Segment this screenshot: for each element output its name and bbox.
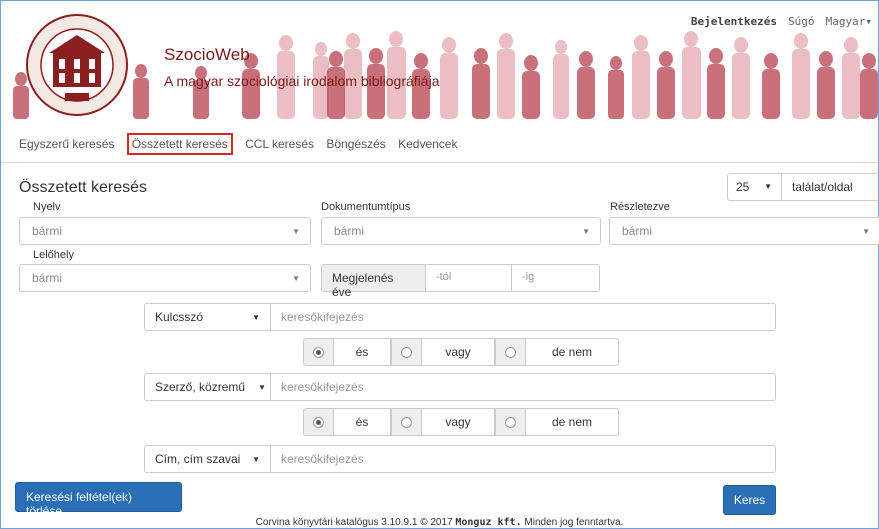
language-label: Magyar bbox=[825, 15, 866, 28]
year-to-input[interactable]: -ig bbox=[512, 264, 600, 292]
radio-unchecked-icon bbox=[401, 417, 412, 428]
radio-and[interactable] bbox=[303, 338, 334, 366]
nav-browse[interactable]: Böngészés bbox=[326, 137, 385, 151]
caret-down-icon: ▼ bbox=[252, 455, 260, 464]
radio-unchecked-icon bbox=[505, 347, 516, 358]
location-value: bármi bbox=[32, 271, 63, 285]
language-value: bármi bbox=[32, 224, 63, 238]
nav-ccl-search[interactable]: CCL keresés bbox=[245, 137, 314, 151]
header: SzocioWeb A magyar szociológiai irodalom… bbox=[1, 1, 878, 119]
operator-or-label: vagy bbox=[422, 408, 495, 436]
footer-company-link[interactable]: Monguz kft. bbox=[455, 517, 521, 528]
field-select-title[interactable]: Cím, cím szavai ▼ bbox=[144, 445, 271, 473]
nav-simple-search[interactable]: Egyszerű keresés bbox=[19, 137, 114, 151]
caret-down-icon: ▼ bbox=[582, 227, 590, 236]
radio-checked-icon bbox=[313, 417, 324, 428]
field-select-keyword[interactable]: Kulcsszó ▼ bbox=[144, 303, 271, 331]
caret-down-icon: ▼ bbox=[252, 313, 260, 322]
location-label: Lelőhely bbox=[33, 249, 74, 261]
operator-and-label: és bbox=[334, 408, 391, 436]
radio-not[interactable] bbox=[495, 338, 526, 366]
operator-or-label: vagy bbox=[422, 338, 495, 366]
operator-group-2: és vagy de nem bbox=[303, 408, 619, 436]
operator-group-1: és vagy de nem bbox=[303, 338, 619, 366]
year-label: Megjelenés éve bbox=[321, 264, 426, 299]
login-link[interactable]: Bejelentkezés bbox=[691, 15, 777, 28]
clear-criteria-button[interactable]: Keresési feltétel(ek) törlése bbox=[15, 482, 182, 518]
operator-not-label: de nem bbox=[526, 338, 619, 366]
site-title: SzocioWeb bbox=[164, 45, 250, 64]
per-page-label: találat/oldal bbox=[782, 173, 879, 201]
details-value: bármi bbox=[622, 224, 653, 238]
radio-or[interactable] bbox=[391, 408, 422, 436]
field-select-author[interactable]: Szerző, közremű ▼ bbox=[144, 373, 271, 401]
per-page-select[interactable]: 25 ▼ bbox=[727, 173, 782, 201]
search-input-title[interactable]: keresőkifejezés bbox=[271, 445, 776, 473]
radio-unchecked-icon bbox=[505, 417, 516, 428]
nav-favorites[interactable]: Kedvencek bbox=[398, 137, 457, 151]
top-links: Bejelentkezés Súgó Magyar▾ bbox=[683, 15, 872, 28]
operator-and-label: és bbox=[334, 338, 391, 366]
caret-down-icon: ▼ bbox=[862, 227, 870, 236]
field-select-label: Szerző, közremű bbox=[155, 380, 246, 394]
footer-text: Corvina könyvtári katalógus 3.10.9.1 © 2… bbox=[255, 517, 456, 528]
language-dropdown[interactable]: Magyar▾ bbox=[826, 15, 872, 28]
radio-checked-icon bbox=[313, 347, 324, 358]
search-input-keyword[interactable]: keresőkifejezés bbox=[271, 303, 776, 331]
year-from-input[interactable]: -tól bbox=[426, 264, 512, 292]
radio-not[interactable] bbox=[495, 408, 526, 436]
search-button[interactable]: Keres bbox=[723, 485, 776, 515]
site-subtitle: A magyar szociológiai irodalom bibliográ… bbox=[164, 73, 440, 89]
operator-not-label: de nem bbox=[526, 408, 619, 436]
caret-down-icon: ▼ bbox=[764, 182, 772, 191]
library-seal-logo bbox=[26, 14, 128, 116]
radio-and[interactable] bbox=[303, 408, 334, 436]
nav-divider bbox=[1, 162, 878, 163]
footer-rights: Minden jog fenntartva. bbox=[521, 517, 624, 528]
location-select[interactable]: bármi ▼ bbox=[19, 264, 311, 292]
nav-advanced-search[interactable]: Összetett keresés bbox=[126, 133, 233, 155]
footer: Corvina könyvtári katalógus 3.10.9.1 © 2… bbox=[1, 517, 878, 528]
language-label: Nyelv bbox=[33, 201, 61, 213]
main-nav: Egyszerű keresés Összetett keresés CCL k… bbox=[19, 133, 466, 155]
caret-down-icon: ▼ bbox=[292, 274, 300, 283]
field-select-label: Cím, cím szavai bbox=[155, 452, 241, 466]
radio-unchecked-icon bbox=[401, 347, 412, 358]
search-input-author[interactable]: keresőkifejezés bbox=[271, 373, 776, 401]
radio-or[interactable] bbox=[391, 338, 422, 366]
field-select-label: Kulcsszó bbox=[155, 310, 204, 324]
caret-down-icon: ▼ bbox=[258, 383, 266, 392]
doctype-label: Dokumentumtípus bbox=[321, 201, 411, 213]
doctype-select[interactable]: bármi ▼ bbox=[321, 217, 601, 245]
caret-down-icon: ▼ bbox=[292, 227, 300, 236]
help-link[interactable]: Súgó bbox=[788, 15, 815, 28]
per-page-value: 25 bbox=[736, 180, 750, 194]
page-title: Összetett keresés bbox=[19, 179, 148, 196]
chevron-down-icon: ▾ bbox=[865, 15, 872, 28]
details-label: Részletezve bbox=[610, 201, 670, 213]
language-select[interactable]: bármi ▼ bbox=[19, 217, 311, 245]
doctype-value: bármi bbox=[334, 224, 365, 238]
details-select[interactable]: bármi ▼ bbox=[609, 217, 879, 245]
